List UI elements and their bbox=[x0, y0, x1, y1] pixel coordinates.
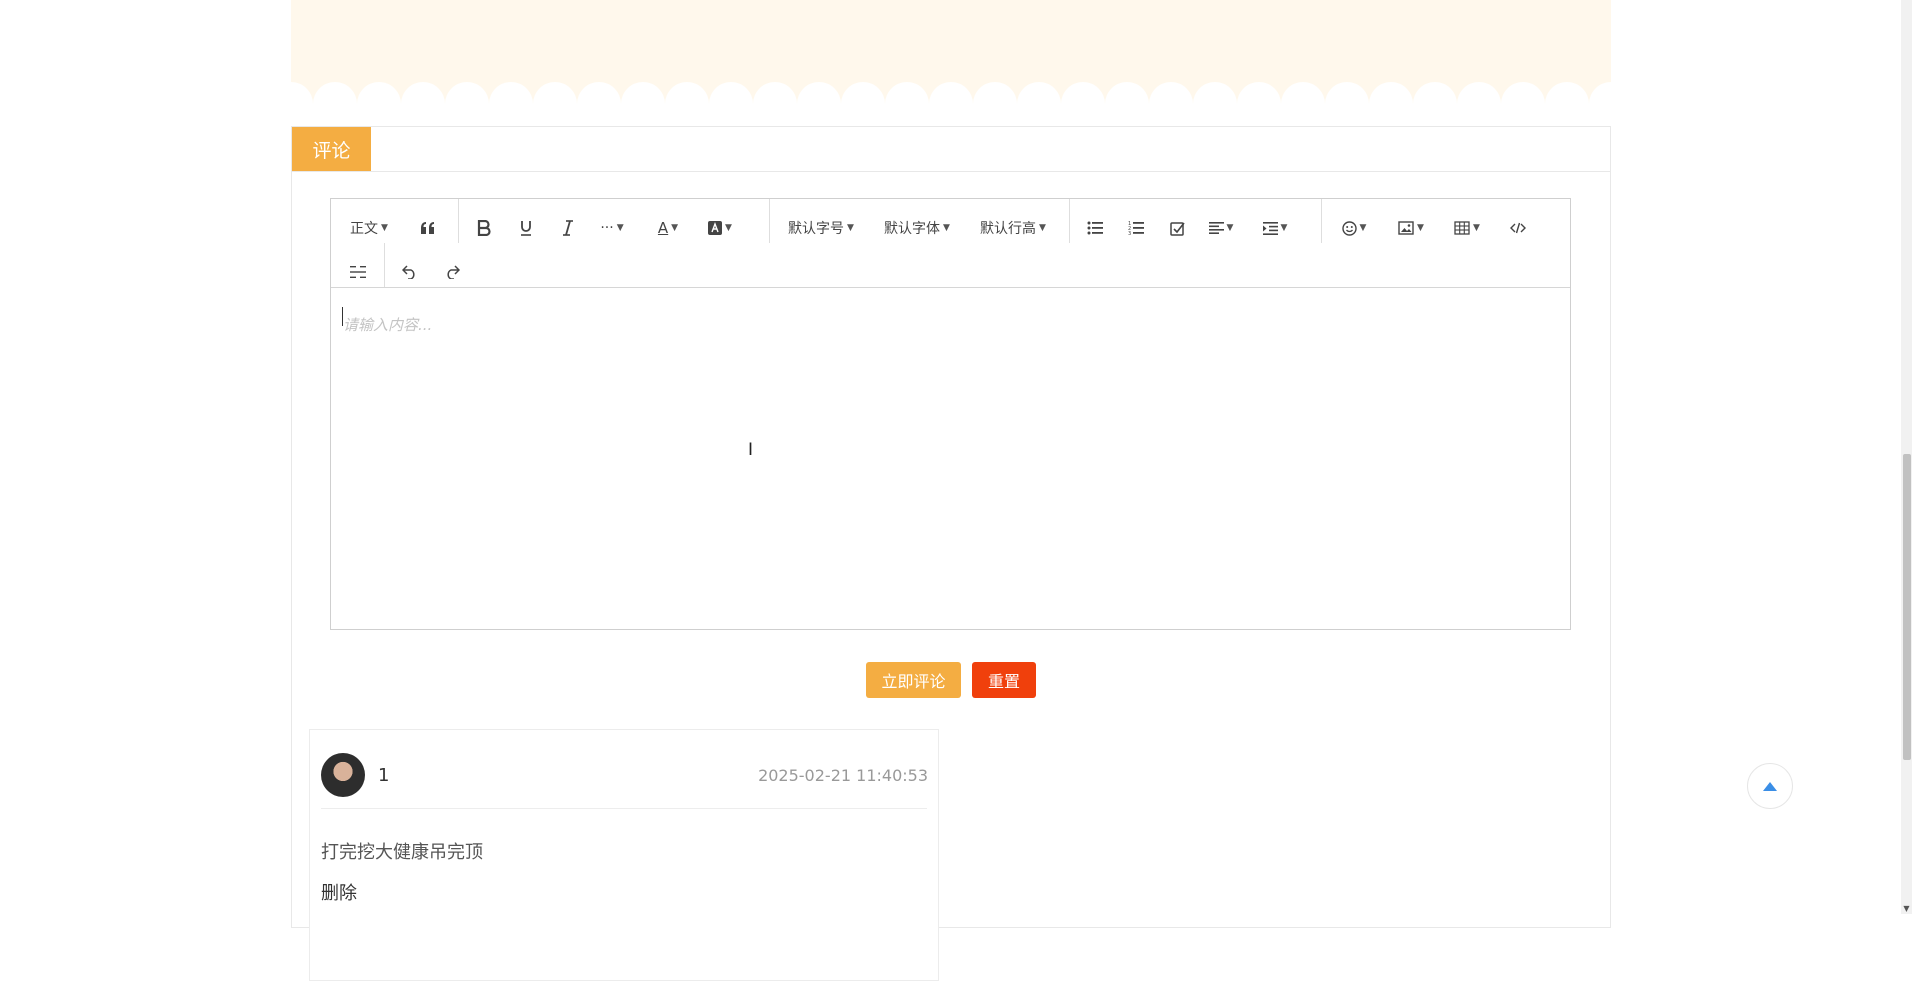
scroll-down-arrow-icon[interactable]: ▼ bbox=[1901, 903, 1912, 914]
indent-dropdown[interactable]: ▼ bbox=[1257, 213, 1293, 243]
reset-button[interactable]: 重置 bbox=[972, 662, 1036, 698]
underline-icon[interactable] bbox=[511, 213, 541, 243]
paragraph-format-label: 正文 bbox=[350, 221, 379, 237]
arrow-up-icon bbox=[1763, 781, 1777, 791]
scrollbar-thumb[interactable] bbox=[1903, 454, 1911, 760]
comment-username: 1 bbox=[378, 765, 390, 786]
line-height-label: 默认行高 bbox=[980, 221, 1037, 237]
rich-text-editor: 正文 ▼ ··· ▼ A ▼ ▼ 默认字号 ▼ 默认字体 ▼ 默认行高 ▼ 1 … bbox=[330, 198, 1571, 630]
editor-placeholder: 请输入内容... bbox=[343, 316, 433, 334]
comment-section: 评论 正文 ▼ ··· ▼ A ▼ ▼ 默认字号 ▼ 默认字体 ▼ 默认行高 ▼… bbox=[291, 126, 1611, 981]
page-scrollbar[interactable]: ▼ bbox=[1901, 0, 1912, 914]
avatar bbox=[321, 753, 365, 797]
todo-list-icon[interactable] bbox=[1162, 213, 1192, 243]
ibeam-cursor-icon: I bbox=[748, 440, 754, 460]
table-icon bbox=[1454, 221, 1470, 235]
paragraph-format-dropdown[interactable]: 正文 ▼ bbox=[345, 213, 393, 243]
divider-icon[interactable] bbox=[343, 257, 373, 287]
image-dropdown[interactable]: ▼ bbox=[1393, 213, 1429, 243]
scallop-edge bbox=[291, 82, 1611, 104]
indent-icon bbox=[1262, 221, 1278, 235]
undo-icon[interactable] bbox=[395, 257, 425, 287]
emoji-icon bbox=[1341, 220, 1357, 236]
comment-section-header: 评论 bbox=[292, 127, 1610, 172]
svg-text:3: 3 bbox=[1128, 231, 1131, 236]
blockquote-icon[interactable] bbox=[413, 213, 443, 243]
comment-content: 打完挖大健康吊完顶 bbox=[321, 842, 483, 863]
editor-content-area[interactable]: 请输入内容... I bbox=[331, 288, 1570, 629]
more-styles-label: ··· bbox=[600, 220, 614, 236]
line-height-dropdown[interactable]: 默认行高 ▼ bbox=[977, 213, 1049, 243]
align-left-icon bbox=[1208, 222, 1224, 234]
font-size-dropdown[interactable]: 默认字号 ▼ bbox=[785, 213, 857, 243]
more-styles-dropdown[interactable]: ··· ▼ bbox=[595, 213, 629, 243]
bold-icon[interactable] bbox=[469, 213, 499, 243]
submit-comment-button[interactable]: 立即评论 bbox=[866, 662, 961, 698]
decorative-banner bbox=[291, 0, 1611, 104]
numbered-list-icon[interactable]: 123 bbox=[1121, 213, 1151, 243]
comment-item: 1 2025-02-21 11:40:53 打完挖大健康吊完顶 删除 bbox=[309, 729, 939, 981]
back-to-top-button[interactable] bbox=[1747, 763, 1793, 809]
font-size-label: 默认字号 bbox=[788, 221, 845, 237]
comment-divider bbox=[321, 808, 927, 809]
editor-toolbar: 正文 ▼ ··· ▼ A ▼ ▼ 默认字号 ▼ 默认字体 ▼ 默认行高 ▼ 1 … bbox=[331, 199, 1570, 288]
table-dropdown[interactable]: ▼ bbox=[1449, 213, 1485, 243]
font-family-dropdown[interactable]: 默认字体 ▼ bbox=[881, 213, 953, 243]
redo-icon[interactable] bbox=[437, 257, 467, 287]
font-color-dropdown[interactable]: A ▼ bbox=[651, 213, 685, 243]
background-color-dropdown[interactable]: ▼ bbox=[703, 213, 737, 243]
align-dropdown[interactable]: ▼ bbox=[1203, 213, 1239, 243]
font-family-label: 默认字体 bbox=[884, 221, 941, 237]
comment-timestamp: 2025-02-21 11:40:53 bbox=[758, 766, 928, 785]
italic-icon[interactable] bbox=[553, 213, 583, 243]
background-color-icon bbox=[708, 221, 723, 235]
delete-comment-link[interactable]: 删除 bbox=[321, 879, 357, 905]
emoji-dropdown[interactable]: ▼ bbox=[1336, 213, 1372, 243]
font-color-icon: A bbox=[657, 219, 669, 237]
image-icon bbox=[1398, 221, 1414, 235]
bullet-list-icon[interactable] bbox=[1080, 213, 1110, 243]
tab-comments[interactable]: 评论 bbox=[292, 127, 371, 171]
code-icon[interactable] bbox=[1503, 213, 1533, 243]
